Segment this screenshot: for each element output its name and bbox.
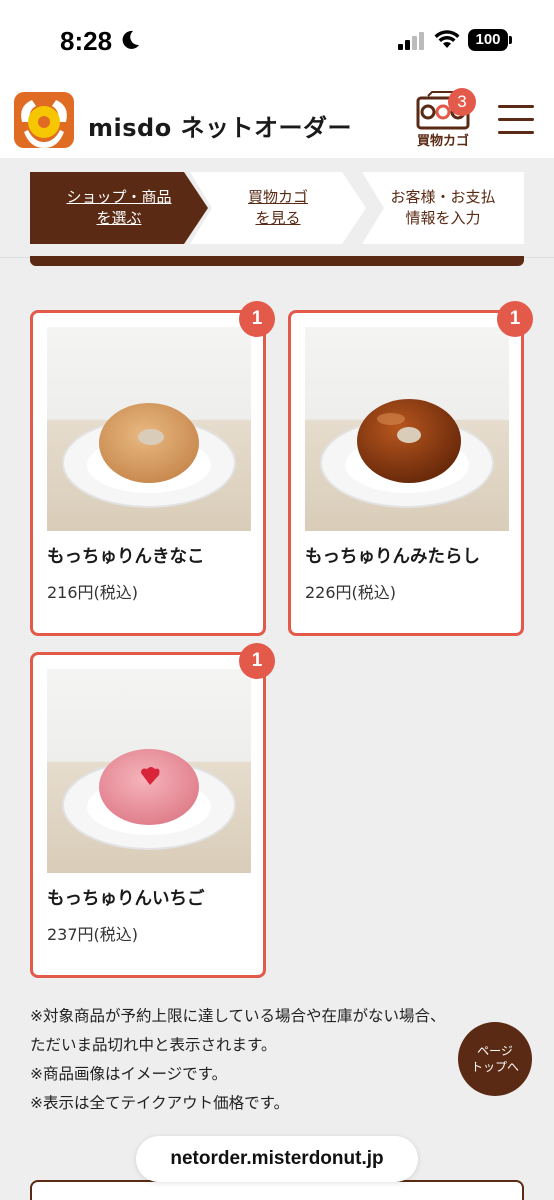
- notice-line: ※表示は全てテイクアウト価格です。: [30, 1094, 290, 1112]
- menu-icon[interactable]: [498, 102, 534, 136]
- cart-label: 買物カゴ: [416, 134, 469, 149]
- status-time: 8:28: [60, 26, 113, 56]
- product-name: もっちゅりんきなこ: [47, 547, 205, 567]
- product-name: もっちゅりんみたらし: [305, 547, 480, 567]
- quantity-badge: 1: [239, 301, 275, 337]
- product-price: 226円(税込): [305, 583, 397, 602]
- cart-count-badge: 3: [448, 88, 476, 116]
- notice-line: ※商品画像はイメージです。: [30, 1065, 228, 1083]
- step-select-shop[interactable]: ショップ・商品 を選ぶ: [30, 172, 208, 244]
- step-label: 買物カゴ: [247, 188, 308, 206]
- step-label: を選ぶ: [96, 209, 142, 227]
- product-card[interactable]: 1 もっちゅりんいちご 237円(税込): [30, 643, 275, 978]
- step-label: ショップ・商品: [66, 188, 172, 206]
- notice-text: ※対象商品が予約上限に達している場合や在庫がない場合、 ただいま品切れ中と表示さ…: [30, 1002, 530, 1118]
- product-price: 237円(税込): [47, 925, 139, 944]
- address-bar[interactable]: netorder.misterdonut.jp: [136, 1136, 418, 1182]
- quantity-badge: 1: [239, 643, 275, 679]
- step-label: を見る: [255, 209, 301, 227]
- product-price: 216円(税込): [47, 583, 139, 602]
- notice-line: ただいま品切れ中と表示されます。: [30, 1036, 277, 1054]
- page-top-button[interactable]: ページ トップへ: [458, 1022, 532, 1096]
- product-card[interactable]: 1 もっちゅりんみたらし 226円(税込): [288, 301, 533, 636]
- quantity-badge: 1: [497, 301, 533, 337]
- moon-icon: [122, 30, 139, 49]
- status-bar: 8:28 100: [0, 0, 554, 80]
- section-divider: [30, 256, 524, 266]
- step-label: 情報を入力: [405, 209, 481, 227]
- bottom-panel: [30, 1180, 524, 1200]
- step-label: お客様・お支払: [390, 188, 496, 206]
- product-card[interactable]: 1 もっちゅりんきなこ 216円(税込): [30, 301, 275, 636]
- product-image: [47, 327, 251, 531]
- step-enter-info: お客様・お支払 情報を入力: [362, 172, 524, 244]
- wifi-icon: [434, 30, 460, 48]
- product-image: [47, 669, 251, 873]
- brand-name[interactable]: misdo ネットオーダー: [88, 108, 352, 143]
- order-steps: ショップ・商品 を選ぶ 買物カゴ を見る お客様・お支払 情報を入力: [0, 158, 554, 258]
- logo-icon[interactable]: [14, 92, 74, 148]
- product-name: もっちゅりんいちご: [47, 889, 205, 909]
- product-image: [305, 327, 509, 531]
- step-view-cart[interactable]: 買物カゴ を見る: [190, 172, 366, 244]
- page-top-label: ページ: [477, 1044, 513, 1058]
- battery-indicator: 100: [468, 29, 512, 51]
- page-top-label: トップへ: [470, 1060, 519, 1074]
- notice-line: ※対象商品が予約上限に達している場合や在庫がない場合、: [30, 1007, 446, 1025]
- signal-icon: [398, 32, 424, 50]
